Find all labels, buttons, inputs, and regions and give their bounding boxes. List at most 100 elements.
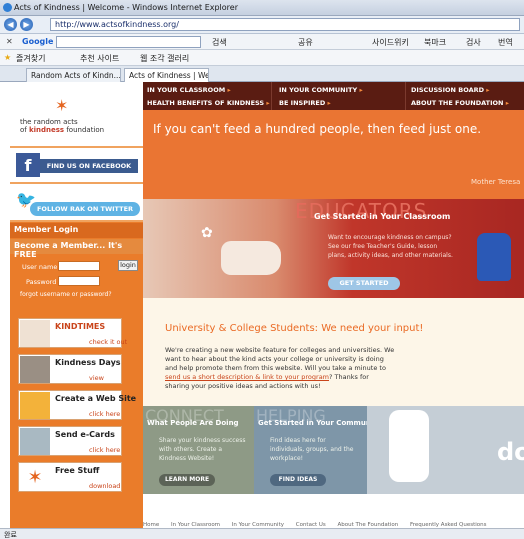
tab-bar: Random Acts of Kindn... Acts of Kindness… bbox=[0, 66, 524, 82]
ecards-card[interactable]: Send e-Cards click here bbox=[18, 426, 122, 456]
kindtimes-thumbnail bbox=[20, 320, 50, 347]
twitter-button[interactable]: FOLLOW RAK ON TWITTER bbox=[30, 202, 140, 216]
suggested-sites-link[interactable]: 추천 사이트 bbox=[80, 53, 119, 64]
nav-discussion-board[interactable]: DISCUSSION BOARD ▸ bbox=[411, 86, 490, 94]
status-text: 완료 bbox=[4, 531, 17, 539]
community-heading: Get Started in Your Community bbox=[258, 419, 382, 427]
facebook-icon[interactable]: f bbox=[16, 153, 40, 177]
get-started-button[interactable]: GET STARTED bbox=[328, 277, 400, 290]
google-toolbar: ✕ Google 검색 공유 사이드위키 북마크 검사 번역 bbox=[0, 34, 524, 50]
password-input[interactable] bbox=[58, 276, 100, 286]
university-heading: University & College Students: We need y… bbox=[165, 323, 424, 334]
facebook-box: f FIND US ON FACEBOOK bbox=[10, 148, 143, 184]
photo-overlay-text: do bbox=[497, 438, 524, 466]
nav-be-inspired[interactable]: BE INSPIRED ▸ bbox=[279, 99, 331, 107]
main-nav: IN YOUR CLASSROOM ▸ IN YOUR COMMUNITY ▸ … bbox=[143, 82, 524, 110]
google-share-button[interactable]: 공유 bbox=[298, 37, 313, 48]
find-ideas-button[interactable]: FIND IDEAS bbox=[270, 474, 326, 486]
nav-divider bbox=[405, 82, 406, 110]
forgot-credentials-link[interactable]: forgot username or password? bbox=[20, 291, 112, 298]
ie-logo-icon bbox=[3, 3, 12, 12]
nav-in-your-community[interactable]: IN YOUR COMMUNITY ▸ bbox=[279, 86, 363, 94]
favorites-bar: ★ 즐겨찾기 추천 사이트 웹 조각 갤러리 bbox=[0, 50, 524, 66]
create-website-title: Create a Web Site bbox=[55, 394, 137, 403]
nav-divider bbox=[271, 82, 272, 110]
window-title: Acts of Kindness | Welcome - Windows Int… bbox=[14, 3, 238, 12]
username-label: User name bbox=[22, 263, 58, 271]
educators-heading: Get Started in Your Classroom bbox=[314, 212, 451, 221]
logo-line1: the random acts bbox=[20, 118, 78, 126]
what-people-heading: What People Are Doing bbox=[147, 419, 239, 427]
google-translate-button[interactable]: 번역 bbox=[498, 37, 513, 48]
facebook-button[interactable]: FIND US ON FACEBOOK bbox=[40, 159, 138, 173]
login-button[interactable]: login bbox=[118, 260, 138, 271]
favorites-button[interactable]: 즐겨찾기 bbox=[16, 53, 45, 64]
hero-quote-banner: If you can't feed a hundred people, then… bbox=[143, 110, 524, 199]
address-bar: ◀ ▶ http://www.actsofkindness.org/ bbox=[0, 16, 524, 34]
free-stuff-link[interactable]: download bbox=[89, 482, 120, 490]
community-box: HELPING Get Started in Your Community Fi… bbox=[254, 406, 381, 494]
google-sidewiki-button[interactable]: 사이드위키 bbox=[372, 37, 409, 48]
nav-health-benefits[interactable]: HEALTH BENEFITS OF KINDNESS ▸ bbox=[147, 99, 270, 107]
star-logo-icon: ✶ bbox=[55, 96, 69, 115]
community-text: Find ideas here for individuals, groups,… bbox=[270, 437, 354, 462]
close-toolbar-icon[interactable]: ✕ bbox=[6, 37, 13, 46]
google-bookmark-button[interactable]: 북마크 bbox=[424, 37, 446, 48]
hero-quote-author: Mother Teresa bbox=[471, 178, 521, 186]
nav-in-your-classroom[interactable]: IN YOUR CLASSROOM ▸ bbox=[147, 86, 231, 94]
web-slice-gallery-link[interactable]: 웹 조각 갤러리 bbox=[140, 53, 189, 64]
ecards-title: Send e-Cards bbox=[55, 430, 115, 439]
what-people-are-doing-box: CONNECT What People Are Doing Share your… bbox=[143, 406, 254, 494]
university-text: We're creating a new website feature for… bbox=[165, 346, 395, 390]
kindtimes-card[interactable]: KINDTIMES check it out bbox=[18, 318, 127, 348]
create-website-thumbnail bbox=[20, 392, 50, 419]
kindness-days-thumbnail bbox=[20, 356, 50, 383]
url-input[interactable]: http://www.actsofkindness.org/ bbox=[50, 18, 520, 31]
google-logo: Google bbox=[22, 37, 54, 46]
send-description-link[interactable]: send us a short description & link to yo… bbox=[165, 373, 329, 381]
create-website-card[interactable]: Create a Web Site click here bbox=[18, 390, 136, 420]
flower-icon: ✿ bbox=[201, 225, 213, 241]
google-search-input[interactable] bbox=[56, 36, 201, 48]
tab-random-acts[interactable]: Random Acts of Kindn... bbox=[26, 68, 121, 82]
what-people-text: Share your kindness success with others.… bbox=[159, 437, 246, 462]
kindtimes-link[interactable]: check it out bbox=[89, 338, 127, 346]
educators-banner[interactable]: ✿ EDUCATORS Get Started in Your Classroo… bbox=[143, 199, 524, 298]
window-titlebar: Acts of Kindness | Welcome - Windows Int… bbox=[0, 0, 524, 16]
become-member-link[interactable]: Become a Member... It's FREE bbox=[10, 239, 143, 259]
password-label: Password bbox=[26, 278, 57, 286]
username-input[interactable] bbox=[58, 261, 100, 271]
hero-quote: If you can't feed a hundred people, then… bbox=[153, 122, 482, 136]
status-bar: 완료 bbox=[0, 528, 524, 539]
backpack-image bbox=[477, 233, 511, 281]
educators-text: Want to encourage kindness on campus? Se… bbox=[328, 234, 453, 259]
foundation-logo[interactable]: ✶ the random acts of kindness foundation bbox=[10, 82, 143, 148]
ecards-link[interactable]: click here bbox=[89, 446, 120, 454]
hand-image bbox=[221, 241, 281, 275]
star-thumbnail-icon: ✶ bbox=[20, 464, 50, 491]
kindness-days-title: Kindness Days bbox=[55, 358, 121, 367]
google-check-button[interactable]: 검사 bbox=[466, 37, 481, 48]
kindness-days-link[interactable]: view bbox=[89, 374, 104, 382]
learn-more-button[interactable]: LEARN MORE bbox=[159, 474, 215, 486]
back-arrow-icon[interactable]: ◀ bbox=[4, 18, 17, 31]
kindness-days-card[interactable]: Kindness Days view bbox=[18, 354, 122, 384]
kindtimes-title: KINDTIMES bbox=[55, 322, 106, 331]
favorites-star-icon: ★ bbox=[4, 53, 12, 62]
nav-about-foundation[interactable]: ABOUT THE FOUNDATION ▸ bbox=[411, 99, 509, 107]
left-sidebar: ✶ the random acts of kindness foundation… bbox=[10, 82, 143, 528]
ecards-thumbnail bbox=[20, 428, 50, 455]
free-stuff-card[interactable]: ✶ Free Stuff download bbox=[18, 462, 122, 492]
university-section: University & College Students: We need y… bbox=[143, 298, 524, 406]
logo-line2: of kindness foundation bbox=[20, 126, 105, 134]
google-search-button[interactable]: 검색 bbox=[212, 37, 227, 48]
member-login-heading: Member Login bbox=[10, 223, 143, 238]
create-website-link[interactable]: click here bbox=[89, 410, 120, 418]
volunteer-photo-box[interactable]: do bbox=[367, 406, 524, 494]
twitter-box: 🐦 FOLLOW RAK ON TWITTER bbox=[10, 184, 143, 222]
free-stuff-title: Free Stuff bbox=[55, 466, 100, 475]
volunteer-child-image bbox=[389, 410, 429, 482]
web-page: ✶ the random acts of kindness foundation… bbox=[0, 82, 524, 528]
tab-acts-of-kindness[interactable]: Acts of Kindness | Wel... bbox=[124, 68, 209, 82]
forward-arrow-icon[interactable]: ▶ bbox=[20, 18, 33, 31]
